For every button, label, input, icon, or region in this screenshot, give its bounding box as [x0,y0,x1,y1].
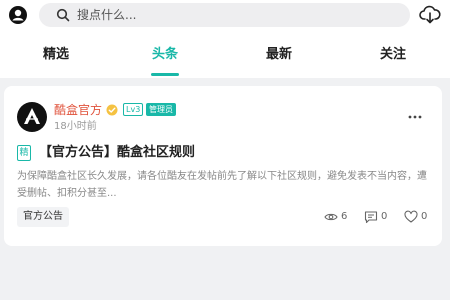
author-name[interactable]: 酷盒官方 [54,102,102,118]
comment-count: 0 [381,211,388,222]
role-badge: 管理员 [146,103,176,116]
tab-bar: 精选 头条 最新 关注 [0,30,450,78]
tab-latest[interactable]: 最新 [223,45,335,65]
search-placeholder: 搜点什么... [77,8,137,22]
eye-icon [324,213,338,221]
like-button[interactable]: 0 [404,208,434,226]
more-icon[interactable] [406,108,424,126]
tab-following[interactable]: 关注 [337,45,449,65]
author-avatar[interactable] [17,102,47,132]
tab-headlines[interactable]: 头条 [109,45,221,65]
like-count: 0 [421,211,428,222]
post-excerpt[interactable]: 为保障酷盒社区长久发展，请各位酷友在发帖前先了解以下社区规则，避免发表不当内容，… [17,168,429,202]
comment-button[interactable]: 0 [364,208,394,226]
user-icon[interactable] [8,5,28,25]
heart-icon [404,210,418,223]
search-input[interactable]: 搜点什么... [39,3,410,27]
view-count-value: 6 [341,211,348,222]
post-title[interactable]: 【官方公告】酷盒社区规则 [39,144,195,162]
verified-icon [106,104,118,116]
top-bar: 搜点什么... [0,0,450,30]
active-tab-indicator [151,73,179,76]
cloud-download-icon[interactable] [419,4,441,26]
tab-featured[interactable]: 精选 [0,45,112,65]
post-tag[interactable]: 官方公告 [17,207,69,227]
post-time: 18小时前 [54,121,97,132]
search-icon [56,8,70,22]
view-count: 6 [324,208,354,226]
post-card[interactable]: 酷盒官方 Lv3 管理员 18小时前 精 【官方公告】酷盒社区规则 为保障酷盒社… [4,86,442,246]
level-badge: Lv3 [123,103,144,116]
essence-badge: 精 [17,145,31,161]
comment-icon [364,211,378,224]
